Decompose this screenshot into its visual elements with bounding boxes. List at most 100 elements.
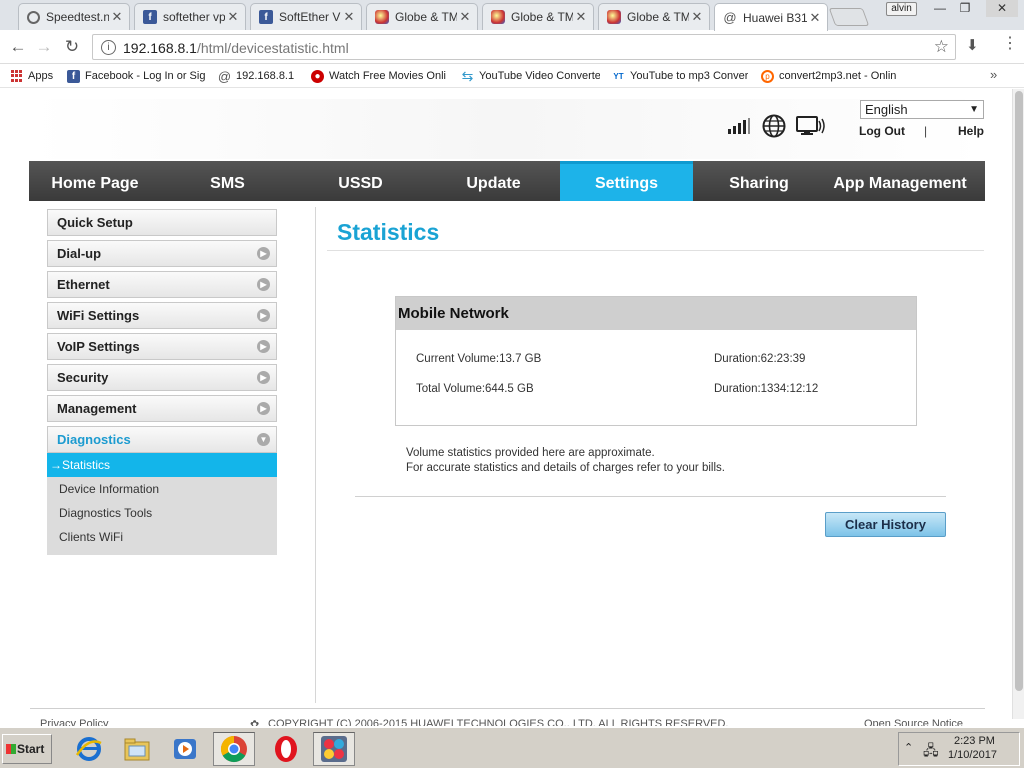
- chevron-down-icon: ▼: [257, 433, 270, 446]
- scrollbar-thumb[interactable]: [1015, 91, 1023, 691]
- current-volume: Current Volume:13.7 GB: [416, 353, 542, 365]
- new-tab-button[interactable]: [828, 8, 870, 26]
- mobile-network-heading: Mobile Network: [396, 297, 916, 330]
- sidebar-item-label: Diagnostics: [57, 432, 131, 447]
- subitem-label: Statistics: [62, 458, 111, 472]
- language-value: English: [865, 102, 908, 117]
- back-arrow-icon[interactable]: ←: [8, 37, 28, 57]
- internet-explorer-icon[interactable]: [68, 732, 110, 766]
- note-line: For accurate statistics and details of c…: [406, 462, 725, 474]
- start-button[interactable]: Start: [2, 734, 52, 764]
- bookmark-movies[interactable]: ● Watch Free Movies Onli: [311, 68, 448, 84]
- globe-tm-icon: [491, 10, 505, 24]
- chrome-icon[interactable]: [213, 732, 255, 766]
- sidebar-item-security[interactable]: Security ▶: [47, 364, 277, 391]
- chevron-right-icon[interactable]: »: [990, 67, 997, 82]
- at-icon: @: [723, 10, 737, 25]
- url-host: 192.168.8.1: [123, 40, 197, 56]
- sidebar-item-wifi-settings[interactable]: WiFi Settings ▶: [47, 302, 277, 329]
- bookmark-apps[interactable]: Apps: [10, 68, 60, 84]
- close-icon[interactable]: ✕: [573, 9, 589, 25]
- reload-icon[interactable]: ↻: [62, 37, 82, 57]
- tab-title: Globe & TM: [511, 10, 573, 24]
- tab-globe-3[interactable]: Globe & TM ✕: [598, 3, 710, 30]
- nav-tab-settings[interactable]: Settings: [560, 161, 693, 201]
- tab-title: Globe & TM: [627, 10, 689, 24]
- help-link[interactable]: Help: [958, 124, 984, 138]
- tab-globe-1[interactable]: Globe & TM ✕: [366, 3, 478, 30]
- converter-icon: ⇆: [461, 68, 474, 84]
- statistics-note: Volume statistics provided here are appr…: [406, 446, 725, 476]
- log-out-link[interactable]: Log Out: [859, 124, 905, 138]
- window-close-icon[interactable]: ✕: [986, 0, 1018, 17]
- nav-tab-sharing[interactable]: Sharing: [693, 161, 825, 201]
- close-icon[interactable]: ✕: [457, 9, 473, 25]
- bookmark-label: Facebook - Log In or Sig: [85, 70, 205, 82]
- more-menu-icon[interactable]: ⋮: [1002, 36, 1018, 52]
- clear-history-button[interactable]: Clear History: [825, 512, 946, 537]
- close-icon[interactable]: ✕: [807, 10, 823, 26]
- opera-icon[interactable]: [265, 732, 307, 766]
- sidebar-item-voip-settings[interactable]: VoIP Settings ▶: [47, 333, 277, 360]
- minimize-icon[interactable]: —: [928, 0, 952, 17]
- bookmark-convert2mp3[interactable]: p convert2mp3.net - Onlin: [761, 68, 899, 84]
- footer-divider: [30, 708, 985, 709]
- sidebar-item-ethernet[interactable]: Ethernet ▶: [47, 271, 277, 298]
- tab-globe-2[interactable]: Globe & TM ✕: [482, 3, 594, 30]
- sidebar-item-quick-setup[interactable]: Quick Setup: [47, 209, 277, 236]
- bookmark-label: 192.168.8.1: [236, 70, 295, 82]
- media-player-icon[interactable]: [164, 732, 206, 766]
- sidebar-item-management[interactable]: Management ▶: [47, 395, 277, 422]
- vertical-scrollbar[interactable]: [1012, 89, 1024, 719]
- app-grid-icon[interactable]: [313, 732, 355, 766]
- close-icon[interactable]: ✕: [109, 9, 125, 25]
- forward-arrow-icon[interactable]: →: [34, 37, 54, 57]
- chevron-right-icon: ▶: [257, 278, 270, 291]
- sidebar-subitem-clients-wifi[interactable]: Clients WiFi: [47, 525, 277, 549]
- info-icon[interactable]: i: [101, 40, 116, 55]
- sidebar-subitem-statistics[interactable]: →Statistics: [47, 453, 277, 477]
- nav-tab-update[interactable]: Update: [427, 161, 560, 201]
- nav-tab-ussd[interactable]: USSD: [294, 161, 427, 201]
- header-separator: |: [924, 124, 928, 138]
- tab-huawei[interactable]: @ Huawei B31 ✕: [714, 3, 828, 31]
- sidebar-item-diagnostics[interactable]: Diagnostics ▼: [47, 426, 277, 453]
- tab-speedtest[interactable]: Speedtest.n ✕: [18, 3, 130, 30]
- sidebar-item-dial-up[interactable]: Dial-up ▶: [47, 240, 277, 267]
- bookmark-yt-mp3[interactable]: YT YouTube to mp3 Conver: [612, 68, 748, 84]
- bookmark-router[interactable]: @ 192.168.8.1: [218, 68, 300, 84]
- nav-tab-sms[interactable]: SMS: [161, 161, 294, 201]
- sidebar-subitem-diagnostics-tools[interactable]: Diagnostics Tools: [47, 501, 277, 525]
- star-icon[interactable]: ☆: [934, 37, 949, 57]
- language-select[interactable]: English ▼: [860, 100, 984, 119]
- tab-title: Speedtest.n: [46, 10, 109, 24]
- close-icon[interactable]: ✕: [341, 9, 357, 25]
- sidebar-subitem-device-information[interactable]: Device Information: [47, 477, 277, 501]
- close-icon[interactable]: ✕: [689, 9, 705, 25]
- nav-tab-home[interactable]: Home Page: [29, 161, 161, 201]
- tab-softether-2[interactable]: f SoftEther VP ✕: [250, 3, 362, 30]
- bookmark-yt-converter[interactable]: ⇆ YouTube Video Converte: [461, 68, 600, 84]
- bookmark-facebook[interactable]: f Facebook - Log In or Sig: [67, 68, 205, 84]
- network-icon[interactable]: 🖧: [923, 740, 939, 764]
- tab-softether-1[interactable]: f softether vp ✕: [134, 3, 246, 30]
- file-explorer-icon[interactable]: [116, 732, 158, 766]
- settings-sidebar: Quick Setup Dial-up ▶ Ethernet ▶ WiFi Sett…: [47, 209, 277, 555]
- apps-grid-icon: [10, 69, 23, 83]
- restore-icon[interactable]: ❐: [953, 0, 977, 17]
- sidebar-item-label: Management: [57, 401, 137, 416]
- note-line: Volume statistics provided here are appr…: [406, 447, 655, 459]
- connected-device-icon: [796, 116, 825, 135]
- globe-tm-icon: [607, 10, 621, 24]
- address-bar[interactable]: i 192.168.8.1/html/devicestatistic.html …: [92, 34, 956, 60]
- clock-time[interactable]: 2:23 PM: [954, 735, 995, 747]
- download-icon[interactable]: ⬇: [966, 36, 979, 54]
- chevron-right-icon: ▶: [257, 309, 270, 322]
- close-icon[interactable]: ✕: [225, 9, 241, 25]
- clock-date[interactable]: 1/10/2017: [948, 749, 997, 761]
- movie-icon: ●: [311, 69, 324, 83]
- profile-button[interactable]: alvin: [886, 2, 917, 16]
- nav-tab-app-management[interactable]: App Management: [825, 161, 975, 201]
- show-hidden-icons-icon[interactable]: ⌃: [904, 741, 913, 754]
- total-volume: Total Volume:644.5 GB: [416, 383, 534, 395]
